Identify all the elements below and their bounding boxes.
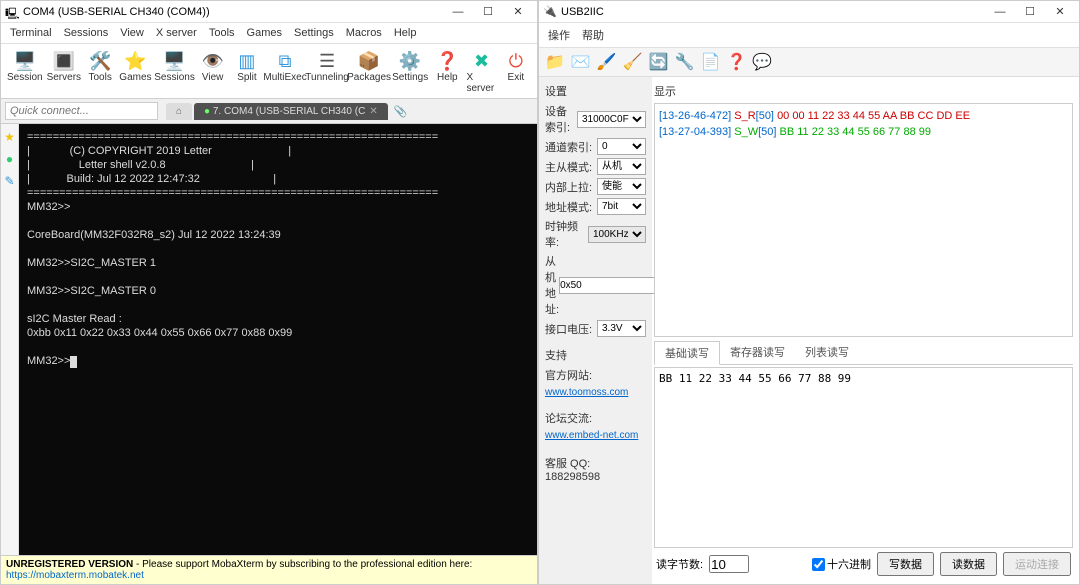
iconbar-right: 📁 ✉️ 🖌️ 🧹 🔄 🔧 📄❓ 💬	[539, 48, 1079, 77]
toolbar-icon[interactable]: 🔧	[675, 52, 695, 72]
footer-link[interactable]: https://mobaxterm.mobatek.net	[6, 570, 144, 581]
brush-icon[interactable]: ✎	[4, 174, 14, 188]
menu-help[interactable]: Help	[389, 25, 422, 41]
addr_mode-field[interactable]: 7bit	[597, 198, 646, 215]
menu-settings[interactable]: Settings	[289, 25, 339, 41]
data-tab[interactable]: 列表读写	[795, 341, 859, 364]
forum-link[interactable]: www.embed-net.com	[545, 430, 638, 441]
settings-heading: 设置	[545, 83, 646, 99]
toolbar-icon[interactable]: 🖌️	[597, 52, 617, 72]
terminal-area: ★ ● ✎ ==================================…	[1, 124, 537, 555]
toolbar-split[interactable]: ▥Split	[230, 48, 264, 96]
titlebar-left: 🖳 COM4 (USB-SERIAL CH340 (COM4)) — ☐ ✕	[1, 1, 537, 23]
toolbar-packages[interactable]: 📦Packages	[348, 48, 390, 96]
settings-panel: 设置 设备索引:31000C0F通道索引:0主从模式:从机内部上拉:使能地址模式…	[539, 77, 652, 584]
toolbar-icon[interactable]: 📁	[545, 52, 565, 72]
toolbar-help[interactable]: ❓Help	[430, 48, 464, 96]
app-icon: 🖳	[5, 5, 19, 19]
toolbar-multiexec[interactable]: ⧉MultiExec	[264, 48, 306, 96]
toolbar-left: 🖥️Session🔳Servers🛠️Tools⭐Games🖥️Sessions…	[1, 44, 537, 99]
tab-close-icon[interactable]: ✕	[369, 106, 377, 117]
menubar-right: 操作帮助	[539, 23, 1079, 48]
dev_index-field[interactable]: 31000C0F	[577, 111, 646, 128]
display-heading: 显示	[654, 83, 1073, 99]
data-box[interactable]: BB 11 22 33 44 55 66 77 88 99	[654, 367, 1073, 548]
menubar-left: TerminalSessionsViewX serverToolsGamesSe…	[1, 23, 537, 44]
titlebar-right: 🔌 USB2IIC — ☐ ✕	[539, 1, 1079, 23]
tab-session[interactable]: ● 7. COM4 (USB-SERIAL CH340 (C✕	[194, 103, 388, 120]
toolbar-icon[interactable]: 🧹	[623, 52, 643, 72]
toolbar-servers[interactable]: 🔳Servers	[45, 48, 83, 96]
ch_index-field[interactable]: 0	[597, 138, 646, 155]
toolbar-session[interactable]: 🖥️Session	[5, 48, 45, 96]
menu-view[interactable]: View	[115, 25, 149, 41]
toolbar-tools[interactable]: 🛠️Tools	[83, 48, 117, 96]
globe-icon[interactable]: ●	[6, 152, 13, 166]
toolbar-settings[interactable]: ⚙️Settings	[390, 48, 430, 96]
minimize-button[interactable]: —	[985, 2, 1015, 22]
menu-sessions[interactable]: Sessions	[59, 25, 114, 41]
toolbar-games[interactable]: ⭐Games	[117, 48, 153, 96]
read-button[interactable]: 读数据	[940, 552, 997, 576]
app-icon: 🔌	[543, 5, 557, 19]
write-button[interactable]: 写数据	[877, 552, 934, 576]
window-title: COM4 (USB-SERIAL CH340 (COM4))	[23, 6, 210, 18]
tab-home[interactable]: ⌂	[166, 103, 192, 120]
bottom-row: 读字节数: 十六进制 写数据 读数据 运动连接	[654, 548, 1073, 580]
minimize-button[interactable]: —	[443, 2, 473, 22]
quick-connect-input[interactable]	[5, 102, 158, 120]
quick-connect-row: ⌂ ● 7. COM4 (USB-SERIAL CH340 (C✕ 📎	[1, 99, 537, 124]
toolbar-icon[interactable]: 📄	[701, 52, 721, 72]
toolbar-view[interactable]: 👁️View	[196, 48, 230, 96]
maximize-button[interactable]: ☐	[1015, 2, 1045, 22]
data-tab[interactable]: 基础读写	[654, 341, 720, 365]
toolbar-x server[interactable]: ✖X server	[464, 48, 498, 96]
close-button[interactable]: ✕	[503, 2, 533, 22]
log-box[interactable]: [13-26-46-472] S_R[50] 00 00 11 22 33 44…	[654, 103, 1073, 337]
toolbar-tunneling[interactable]: ☰Tunneling	[306, 48, 348, 96]
star-icon[interactable]: ★	[4, 130, 15, 144]
master-field[interactable]: 从机	[597, 158, 646, 175]
close-button[interactable]: ✕	[1045, 2, 1075, 22]
mobaxterm-window: 🖳 COM4 (USB-SERIAL CH340 (COM4)) — ☐ ✕ T…	[0, 0, 538, 585]
data-tab[interactable]: 寄存器读写	[720, 341, 795, 364]
footer-bar: UNREGISTERED VERSION - Please support Mo…	[1, 555, 537, 584]
toolbar-icon[interactable]: 💬	[752, 52, 772, 72]
cursor-icon	[70, 356, 77, 368]
menu-item[interactable]: 帮助	[577, 25, 609, 45]
terminal[interactable]: ========================================…	[19, 124, 537, 555]
menu-macros[interactable]: Macros	[341, 25, 387, 41]
voltage-field[interactable]: 3.3V	[597, 320, 646, 337]
right-content: 显示 [13-26-46-472] S_R[50] 00 00 11 22 33…	[652, 77, 1079, 584]
menu-games[interactable]: Games	[242, 25, 287, 41]
toolbar-icon[interactable]: 🔄	[649, 52, 669, 72]
paperclip-icon[interactable]: 📎	[394, 105, 408, 118]
menu-tools[interactable]: Tools	[204, 25, 240, 41]
toolbar-icon[interactable]: ❓	[726, 52, 746, 72]
toolbar-exit[interactable]: ⏻Exit	[499, 48, 533, 96]
toolbar-sessions[interactable]: 🖥️Sessions	[154, 48, 196, 96]
window-title: USB2IIC	[561, 6, 604, 18]
menu-terminal[interactable]: Terminal	[5, 25, 57, 41]
left-sidebar: ★ ● ✎	[1, 124, 19, 555]
data-tabs: 基础读写寄存器读写列表读写	[654, 341, 1073, 365]
menu-x server[interactable]: X server	[151, 25, 202, 41]
clock-field[interactable]: 100KHz	[588, 226, 646, 243]
hex-checkbox[interactable]: 十六进制	[812, 556, 871, 572]
official-site-link[interactable]: www.toomoss.com	[545, 387, 628, 398]
bytes-input[interactable]	[709, 555, 749, 573]
menu-item[interactable]: 操作	[543, 25, 575, 45]
connect-button[interactable]: 运动连接	[1003, 552, 1071, 576]
usb2iic-window: 🔌 USB2IIC — ☐ ✕ 操作帮助 📁 ✉️ 🖌️ 🧹 🔄 🔧 📄❓ 💬 设置 设备索引…	[538, 0, 1080, 585]
support-heading: 支持	[545, 347, 646, 363]
maximize-button[interactable]: ☐	[473, 2, 503, 22]
toolbar-icon[interactable]: ✉️	[571, 52, 591, 72]
pull-field[interactable]: 使能	[597, 178, 646, 195]
